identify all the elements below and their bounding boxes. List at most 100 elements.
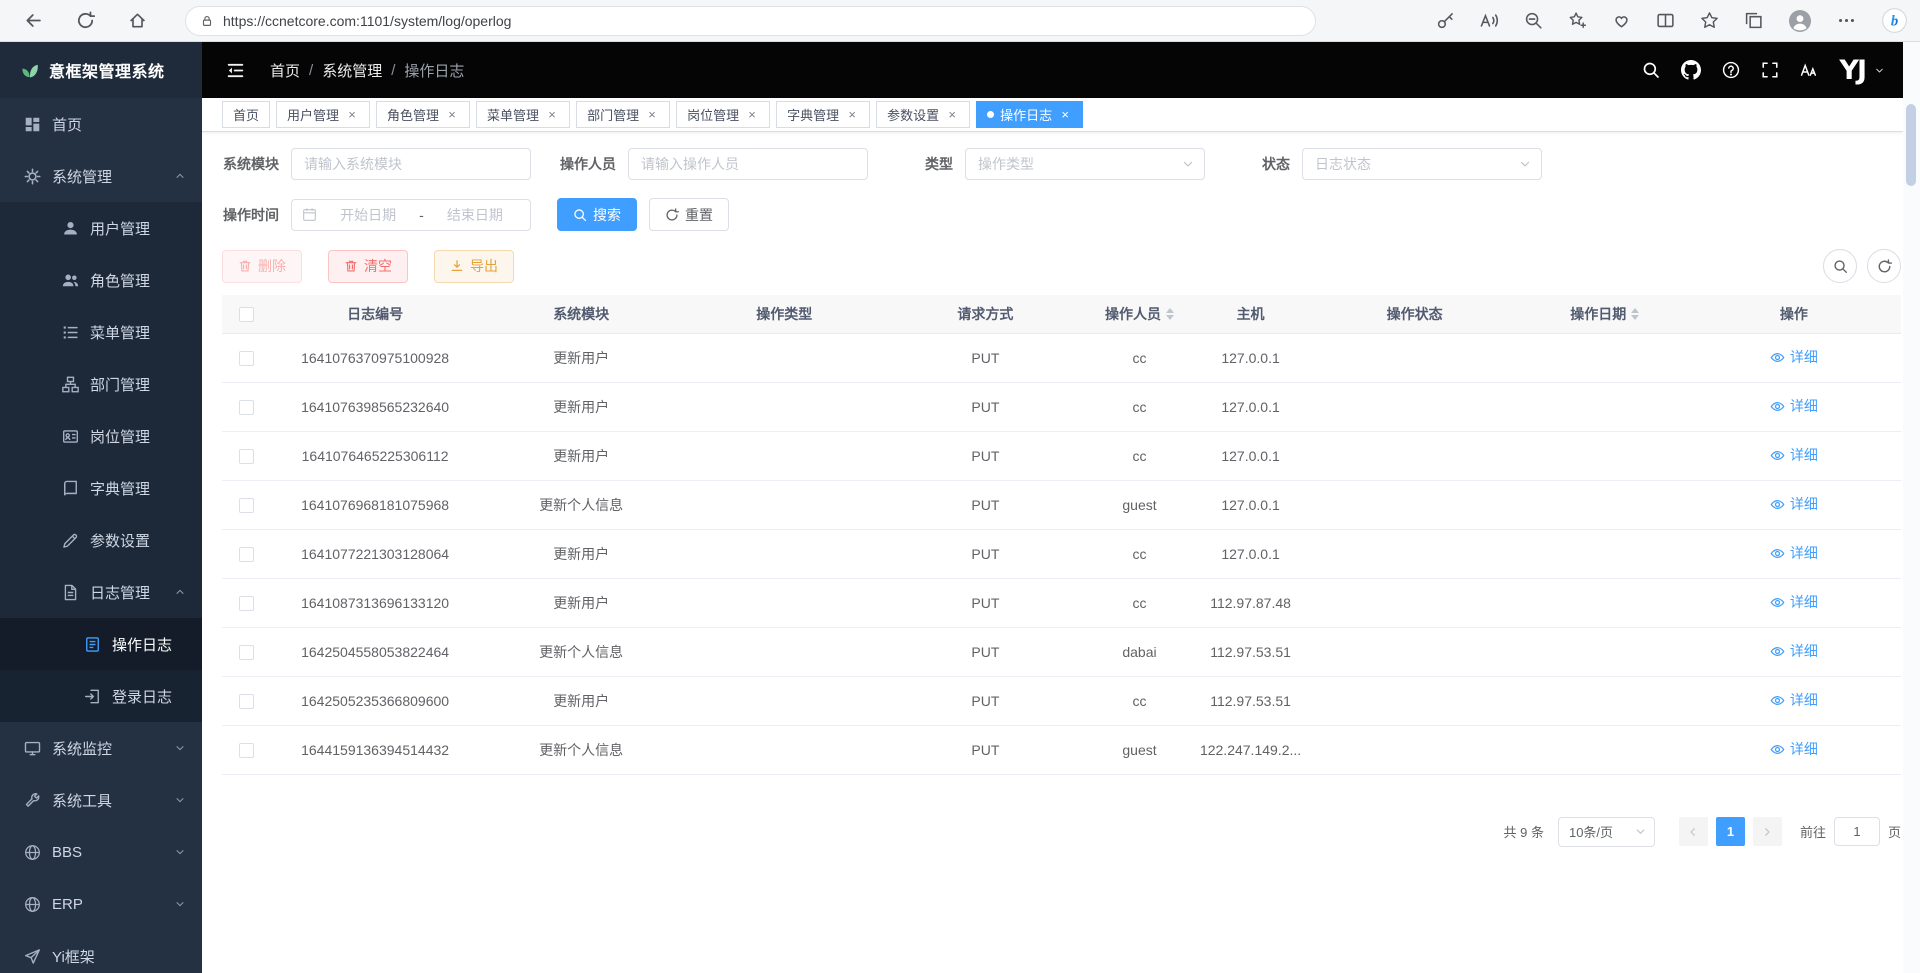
detail-link[interactable]: 详细	[1770, 347, 1818, 367]
address-bar[interactable]: https://ccnetcore.com:1101/system/log/op…	[185, 6, 1316, 36]
row-checkbox[interactable]	[239, 694, 254, 709]
reset-button[interactable]: 重置	[649, 198, 729, 231]
date-range-picker[interactable]: 开始日期 - 结束日期	[291, 199, 531, 231]
help-icon[interactable]	[1722, 61, 1740, 79]
detail-link[interactable]: 详细	[1770, 543, 1818, 563]
row-checkbox[interactable]	[239, 498, 254, 513]
collapse-sidebar-icon[interactable]	[226, 61, 245, 80]
password-key-icon[interactable]	[1436, 11, 1455, 30]
github-icon[interactable]	[1681, 60, 1701, 80]
sidebar-item-user[interactable]: 用户管理	[0, 202, 202, 254]
tab-dict[interactable]: 字典管理×	[776, 101, 870, 128]
tab-close-icon[interactable]: ×	[445, 108, 459, 122]
column-header-operator[interactable]: 操作人员	[1084, 295, 1194, 333]
back-icon[interactable]	[24, 11, 43, 30]
row-checkbox[interactable]	[239, 547, 254, 562]
sidebar-item-home[interactable]: 首页	[0, 98, 202, 150]
row-checkbox[interactable]	[239, 596, 254, 611]
tab-menu[interactable]: 菜单管理×	[476, 101, 570, 128]
page-1-button[interactable]: 1	[1716, 817, 1745, 846]
sidebar-item-dict[interactable]: 字典管理	[0, 462, 202, 514]
sidebar-item-menu[interactable]: 菜单管理	[0, 306, 202, 358]
column-header-date[interactable]: 操作日期	[1523, 295, 1687, 333]
detail-link[interactable]: 详细	[1770, 445, 1818, 465]
home-icon[interactable]	[128, 11, 147, 30]
tab-close-icon[interactable]: ×	[1058, 108, 1072, 122]
user-avatar-logo[interactable]: YJ	[1839, 55, 1865, 86]
favorites-icon[interactable]	[1700, 11, 1719, 30]
page-size-select[interactable]: 10条/页	[1558, 817, 1655, 847]
zoom-out-icon[interactable]	[1524, 11, 1543, 30]
tab-config[interactable]: 参数设置×	[876, 101, 970, 128]
prev-page-button[interactable]	[1679, 817, 1708, 846]
row-checkbox[interactable]	[239, 743, 254, 758]
next-page-button[interactable]	[1753, 817, 1782, 846]
tab-close-icon[interactable]: ×	[945, 108, 959, 122]
collections-icon[interactable]	[1744, 11, 1763, 30]
sort-icon[interactable]	[1631, 304, 1639, 324]
copilot-icon[interactable]: b	[1881, 7, 1908, 34]
clear-button[interactable]: 清空	[328, 250, 408, 283]
row-checkbox[interactable]	[239, 449, 254, 464]
fullscreen-icon[interactable]	[1761, 61, 1779, 79]
sidebar-item-yiframe[interactable]: Yi框架	[0, 930, 202, 973]
tab-operlog[interactable]: 操作日志×	[976, 101, 1083, 128]
read-aloud-icon[interactable]	[1480, 11, 1499, 30]
status-select[interactable]: 日志状态	[1302, 148, 1542, 180]
sidebar-item-role[interactable]: 角色管理	[0, 254, 202, 306]
goto-page-input[interactable]	[1834, 817, 1880, 846]
sidebar-item-bbs[interactable]: BBS	[0, 826, 202, 878]
sidebar-item-log[interactable]: 日志管理	[0, 566, 202, 618]
sort-icon[interactable]	[1166, 304, 1174, 324]
browser-more-icon[interactable]	[1837, 11, 1856, 30]
sidebar-item-erp[interactable]: ERP	[0, 878, 202, 930]
favorites-add-icon[interactable]	[1568, 11, 1587, 30]
detail-link[interactable]: 详细	[1770, 396, 1818, 416]
profile-avatar[interactable]	[1788, 9, 1812, 33]
row-checkbox[interactable]	[239, 351, 254, 366]
avatar-dropdown-icon[interactable]	[1874, 65, 1885, 76]
search-button[interactable]: 搜索	[557, 198, 637, 231]
scrollbar-thumb[interactable]	[1906, 104, 1916, 186]
select-all-checkbox[interactable]	[239, 307, 254, 322]
browser-essentials-icon[interactable]	[1612, 11, 1631, 30]
page-scrollbar[interactable]	[1903, 42, 1920, 973]
sidebar-item-post[interactable]: 岗位管理	[0, 410, 202, 462]
tab-close-icon[interactable]: ×	[645, 108, 659, 122]
row-checkbox[interactable]	[239, 400, 254, 415]
module-input[interactable]	[291, 148, 531, 180]
detail-link[interactable]: 详细	[1770, 641, 1818, 661]
detail-link[interactable]: 详细	[1770, 690, 1818, 710]
tab-close-icon[interactable]: ×	[845, 108, 859, 122]
sidebar-item-operlog[interactable]: 操作日志	[0, 618, 202, 670]
detail-link[interactable]: 详细	[1770, 494, 1818, 514]
delete-button[interactable]: 删除	[222, 250, 302, 283]
sidebar-item-system[interactable]: 系统管理	[0, 150, 202, 202]
export-button[interactable]: 导出	[434, 250, 514, 283]
tab-role[interactable]: 角色管理×	[376, 101, 470, 128]
split-screen-icon[interactable]	[1656, 11, 1675, 30]
tab-home[interactable]: 首页	[222, 101, 270, 128]
header-search-icon[interactable]	[1642, 61, 1660, 79]
tab-close-icon[interactable]: ×	[345, 108, 359, 122]
tab-close-icon[interactable]: ×	[545, 108, 559, 122]
type-select[interactable]: 操作类型	[965, 148, 1205, 180]
tab-user[interactable]: 用户管理×	[276, 101, 370, 128]
tab-dept[interactable]: 部门管理×	[576, 101, 670, 128]
sidebar-item-config[interactable]: 参数设置	[0, 514, 202, 566]
sidebar-item-dept[interactable]: 部门管理	[0, 358, 202, 410]
refresh-icon[interactable]	[76, 11, 95, 30]
detail-link[interactable]: 详细	[1770, 739, 1818, 759]
detail-link[interactable]: 详细	[1770, 592, 1818, 612]
operator-input[interactable]	[628, 148, 868, 180]
toggle-search-button[interactable]	[1823, 249, 1857, 283]
sidebar-item-monitor[interactable]: 系统监控	[0, 722, 202, 774]
row-checkbox[interactable]	[239, 645, 254, 660]
refresh-table-button[interactable]	[1867, 249, 1901, 283]
breadcrumb-item[interactable]: 首页	[270, 60, 300, 81]
app-logo[interactable]: 意框架管理系统	[0, 42, 202, 98]
lock-icon[interactable]	[200, 14, 214, 28]
font-size-icon[interactable]	[1800, 61, 1818, 79]
tab-close-icon[interactable]: ×	[745, 108, 759, 122]
tab-post[interactable]: 岗位管理×	[676, 101, 770, 128]
